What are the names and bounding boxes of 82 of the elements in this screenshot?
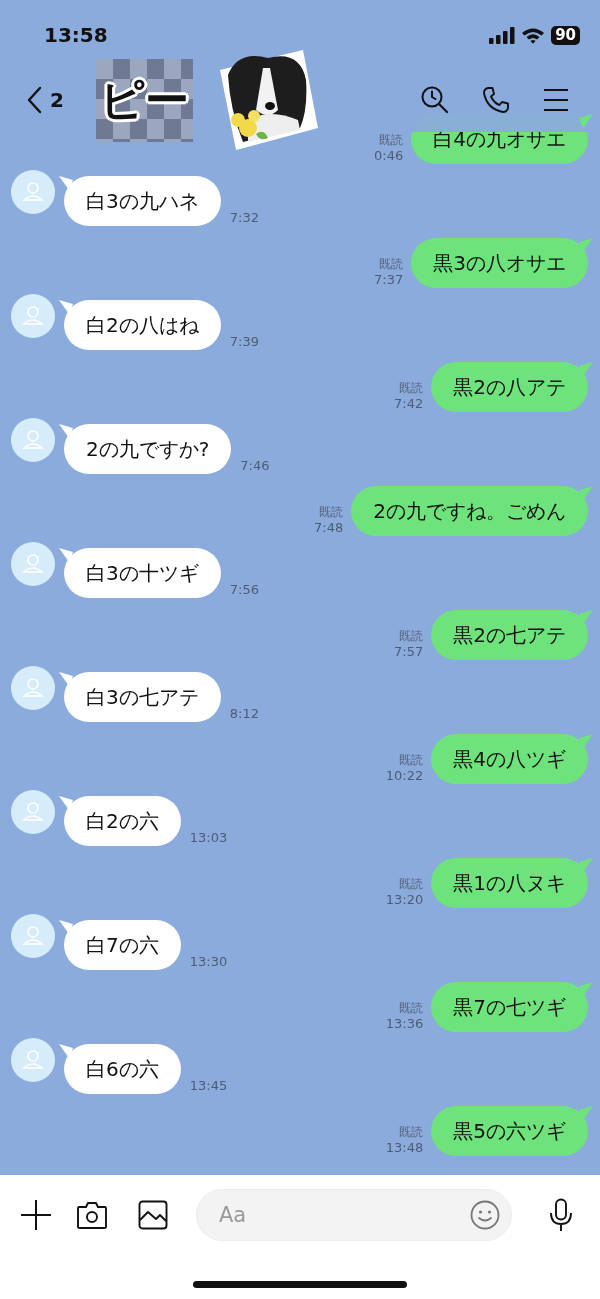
bubble-tail: [59, 796, 73, 810]
read-receipt: 既読: [399, 752, 424, 768]
message-time: 13:45: [189, 1078, 228, 1093]
message-bubble[interactable]: 白2の八はね: [64, 300, 221, 350]
avatar-icon[interactable]: [11, 914, 55, 958]
message-bubble[interactable]: 白7の六: [64, 920, 181, 970]
avatar-icon[interactable]: [11, 542, 55, 586]
message-bubble[interactable]: 黒2の八アテ: [431, 362, 588, 412]
read-receipt: 既読: [399, 628, 424, 644]
message-bubble[interactable]: 黒3の八オサエ: [411, 238, 588, 288]
read-receipt: 既読: [319, 504, 344, 520]
read-receipt: 既読: [399, 380, 424, 396]
message-time: 13:03: [189, 830, 228, 845]
message-time: 7:42: [394, 396, 424, 412]
bubble-tail: [579, 1106, 593, 1120]
search-icon[interactable]: [420, 85, 450, 115]
message-bubble[interactable]: 白3の十ツギ: [64, 548, 221, 598]
message-time: 7:37: [374, 272, 404, 288]
message-input-field[interactable]: Aa: [196, 1189, 512, 1241]
bubble-tail: [579, 858, 593, 872]
image-icon[interactable]: [138, 1200, 168, 1230]
message-time: 7:39: [229, 334, 259, 349]
message-time: 7:48: [314, 520, 344, 536]
message-bubble[interactable]: 黒4の八ツギ: [431, 734, 588, 784]
avatar-icon[interactable]: [11, 790, 55, 834]
message-bubble[interactable]: 黒7の七ツギ: [431, 982, 588, 1032]
camera-icon[interactable]: [76, 1200, 108, 1230]
message-bubble[interactable]: 黒2の七アテ: [431, 610, 588, 660]
bubble-tail: [579, 982, 593, 996]
avatar-icon[interactable]: [11, 170, 55, 214]
bubble-tail: [59, 1044, 73, 1058]
message-bubble[interactable]: 黒1の八ヌキ: [431, 858, 588, 908]
phone-icon[interactable]: [482, 86, 510, 114]
message-bubble[interactable]: 白2の六: [64, 796, 181, 846]
read-receipt: 既読: [399, 1000, 424, 1016]
bubble-tail: [59, 548, 73, 562]
message-bubble[interactable]: 2の九ですね。ごめん: [351, 486, 588, 536]
message-time: 7:57: [394, 644, 424, 660]
avatar-icon[interactable]: [11, 418, 55, 462]
status-time: 13:58: [44, 23, 108, 47]
bubble-tail: [579, 238, 593, 252]
plus-icon[interactable]: [20, 1199, 52, 1231]
message-time: 13:20: [385, 892, 424, 908]
back-button[interactable]: 2: [26, 86, 64, 114]
bubble-tail: [59, 424, 73, 438]
message-bubble[interactable]: 白3の九ハネ: [64, 176, 221, 226]
wifi-icon: [521, 26, 546, 44]
bubble-tail: [59, 176, 73, 190]
message-bubble[interactable]: 2の九ですか?: [64, 424, 232, 474]
read-receipt: 既読: [399, 1124, 424, 1140]
avatar-icon[interactable]: [11, 294, 55, 338]
message-time: 8:12: [229, 706, 259, 721]
read-receipt: 既読: [379, 256, 404, 272]
bubble-tail: [579, 486, 593, 500]
read-receipt: 既読: [379, 132, 404, 148]
chat-title: ピー: [95, 58, 193, 142]
bubble-tail: [59, 920, 73, 934]
bubble-tail: [59, 300, 73, 314]
message-bubble[interactable]: 黒5の六ツギ: [431, 1106, 588, 1156]
bubble-tail: [579, 114, 593, 128]
message-time: 13:48: [385, 1140, 424, 1156]
battery-level: 90: [551, 25, 580, 45]
microphone-icon[interactable]: [548, 1198, 574, 1232]
message-time: 10:22: [385, 768, 424, 784]
bubble-tail: [579, 362, 593, 376]
bubble-tail: [579, 734, 593, 748]
read-receipt: 既読: [399, 876, 424, 892]
avatar-icon[interactable]: [11, 1038, 55, 1082]
avatar-icon[interactable]: [11, 666, 55, 710]
message-time: 13:30: [189, 954, 228, 969]
message-bubble[interactable]: 白6の六: [64, 1044, 181, 1094]
bubble-tail: [59, 672, 73, 686]
message-time: 7:46: [240, 458, 270, 473]
emoji-icon[interactable]: [470, 1200, 500, 1230]
menu-icon[interactable]: [542, 88, 570, 112]
message-time: 7:32: [229, 210, 259, 225]
message-time: 7:56: [229, 582, 259, 597]
message-time: 13:36: [385, 1016, 424, 1032]
message-time: 0:46: [374, 148, 404, 164]
message-bubble[interactable]: 白3の七アテ: [64, 672, 221, 722]
signal-icon: [489, 26, 516, 44]
bubble-tail: [579, 610, 593, 624]
